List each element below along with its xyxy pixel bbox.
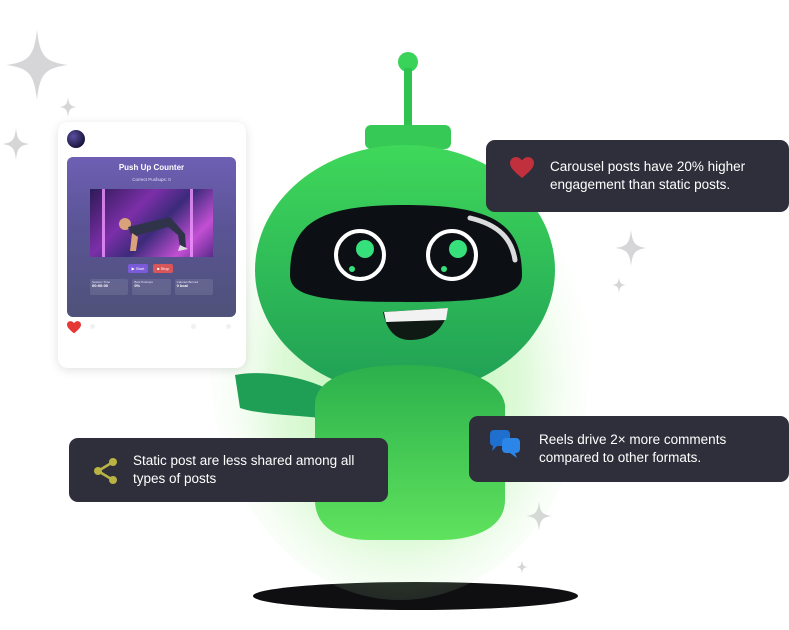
insight-card-static: Static post are less shared among all ty…	[69, 438, 388, 502]
save-icon[interactable]	[226, 324, 231, 329]
stat-calories: Calories Burned 0 kcal	[174, 279, 213, 295]
sparkle-large-icon	[6, 30, 68, 100]
social-post-card[interactable]: Push Up Counter Correct Pushups: 0 ▶ Sta…	[58, 122, 246, 368]
stop-button[interactable]: ■ Stop	[153, 264, 173, 273]
start-button[interactable]: ▶ Start	[128, 264, 148, 273]
stat-best-pushups: Best Pushups 0%	[132, 279, 171, 295]
robot-mascot	[210, 52, 590, 600]
robot-visor	[290, 205, 522, 302]
sparkle-right-icon	[615, 230, 647, 266]
media-subtitle: Correct Pushups: 0	[132, 177, 171, 182]
antenna-stem	[404, 68, 412, 133]
insight-text: Carousel posts have 20% higher engagemen…	[550, 159, 746, 192]
comment-icon[interactable]	[90, 324, 95, 329]
stat-session-time: Session Time 00:00:00	[90, 279, 129, 295]
media-title: Push Up Counter	[118, 163, 185, 172]
insight-card-reels: Reels drive 2× more comments compared to…	[469, 416, 789, 482]
insight-card-carousel: Carousel posts have 20% higher engagemen…	[486, 140, 789, 212]
sparkle-medium-icon	[2, 128, 30, 160]
share-icon[interactable]	[191, 324, 196, 329]
like-heart-icon[interactable]	[67, 321, 81, 334]
insight-text: Reels drive 2× more comments compared to…	[539, 432, 727, 465]
share-icon	[94, 458, 117, 484]
insight-text: Static post are less shared among all ty…	[133, 453, 355, 486]
chat-bubbles-icon	[490, 430, 520, 458]
heart-icon	[510, 157, 534, 178]
sparkle-small-icon	[59, 97, 77, 117]
workout-photo	[90, 189, 213, 257]
post-media[interactable]: Push Up Counter Correct Pushups: 0 ▶ Sta…	[67, 157, 236, 317]
stats-row: Session Time 00:00:00 Best Pushups 0% Calo…	[90, 279, 213, 295]
avatar[interactable]	[67, 130, 85, 148]
sparkle-right-small-icon	[612, 277, 626, 293]
